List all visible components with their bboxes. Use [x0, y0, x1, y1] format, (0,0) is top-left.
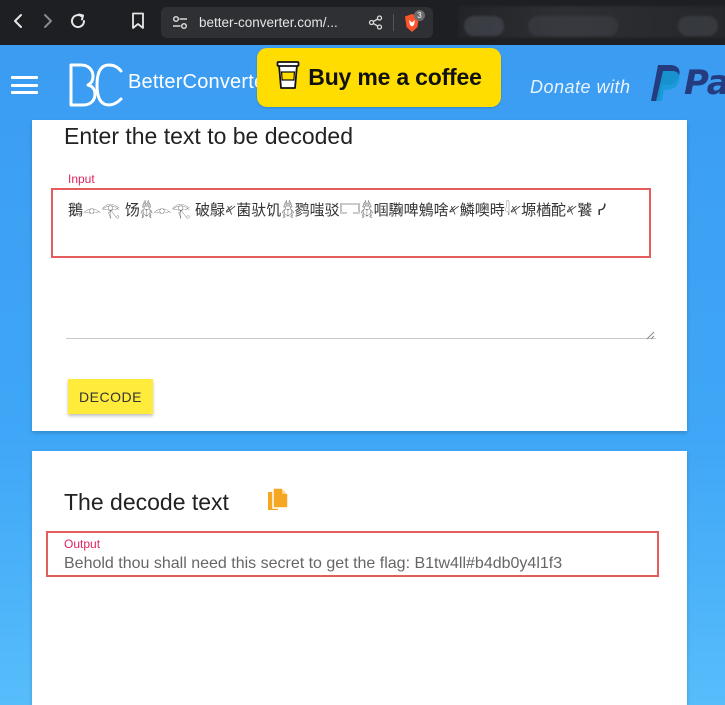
decode-button[interactable]: DECODE	[68, 379, 153, 414]
paypal-text: Pa	[684, 63, 725, 103]
donate-text: Donate with	[530, 77, 631, 97]
shield-badge: 3	[414, 10, 425, 21]
site-settings-icon[interactable]	[172, 15, 188, 35]
brand-name[interactable]: BetterConverter	[128, 71, 272, 94]
blurred-extensions-area	[458, 6, 725, 38]
brand-logo[interactable]	[67, 62, 125, 108]
forward-icon[interactable]	[37, 10, 59, 32]
input-textarea[interactable]: 鵝𓁹𓂀 饧𓆣𓁹𓂀 破鵦𐤀菌驮饥𓆣鹨嗤驳𓉐𓆣啯驧啤鵵啥𐤀鱗噢時𓇋𐤀塬楢酡𐤀饕 ᓯ	[68, 198, 648, 248]
decode-output-title: The decode text	[64, 489, 229, 515]
back-icon[interactable]	[7, 10, 29, 32]
paypal-p-icon	[651, 65, 680, 101]
reload-icon[interactable]	[67, 10, 89, 32]
url-text: better-converter.com/...	[199, 15, 338, 30]
copy-icon[interactable]	[266, 487, 290, 513]
coffee-button-label: Buy me a coffee	[308, 64, 482, 90]
textarea-resize-handle[interactable]	[646, 327, 655, 340]
browser-toolbar: better-converter.com/... 3	[0, 0, 725, 45]
brave-shield-icon[interactable]: 3	[403, 10, 425, 34]
bookmark-icon[interactable]	[127, 10, 149, 32]
input-label: Input	[68, 172, 95, 186]
divider	[393, 14, 394, 31]
buy-me-a-coffee-button[interactable]: Buy me a coffee	[257, 48, 501, 107]
decode-input-title: Enter the text to be decoded	[64, 123, 353, 149]
share-icon[interactable]	[368, 15, 383, 35]
address-bar[interactable]: better-converter.com/... 3	[161, 7, 433, 38]
textarea-underline	[66, 338, 656, 339]
menu-icon[interactable]	[11, 76, 38, 94]
paypal-logo[interactable]: Pa	[648, 62, 725, 104]
coffee-cup-icon	[276, 60, 300, 95]
output-field[interactable]: Behold thou shall need this secret to ge…	[64, 555, 562, 573]
